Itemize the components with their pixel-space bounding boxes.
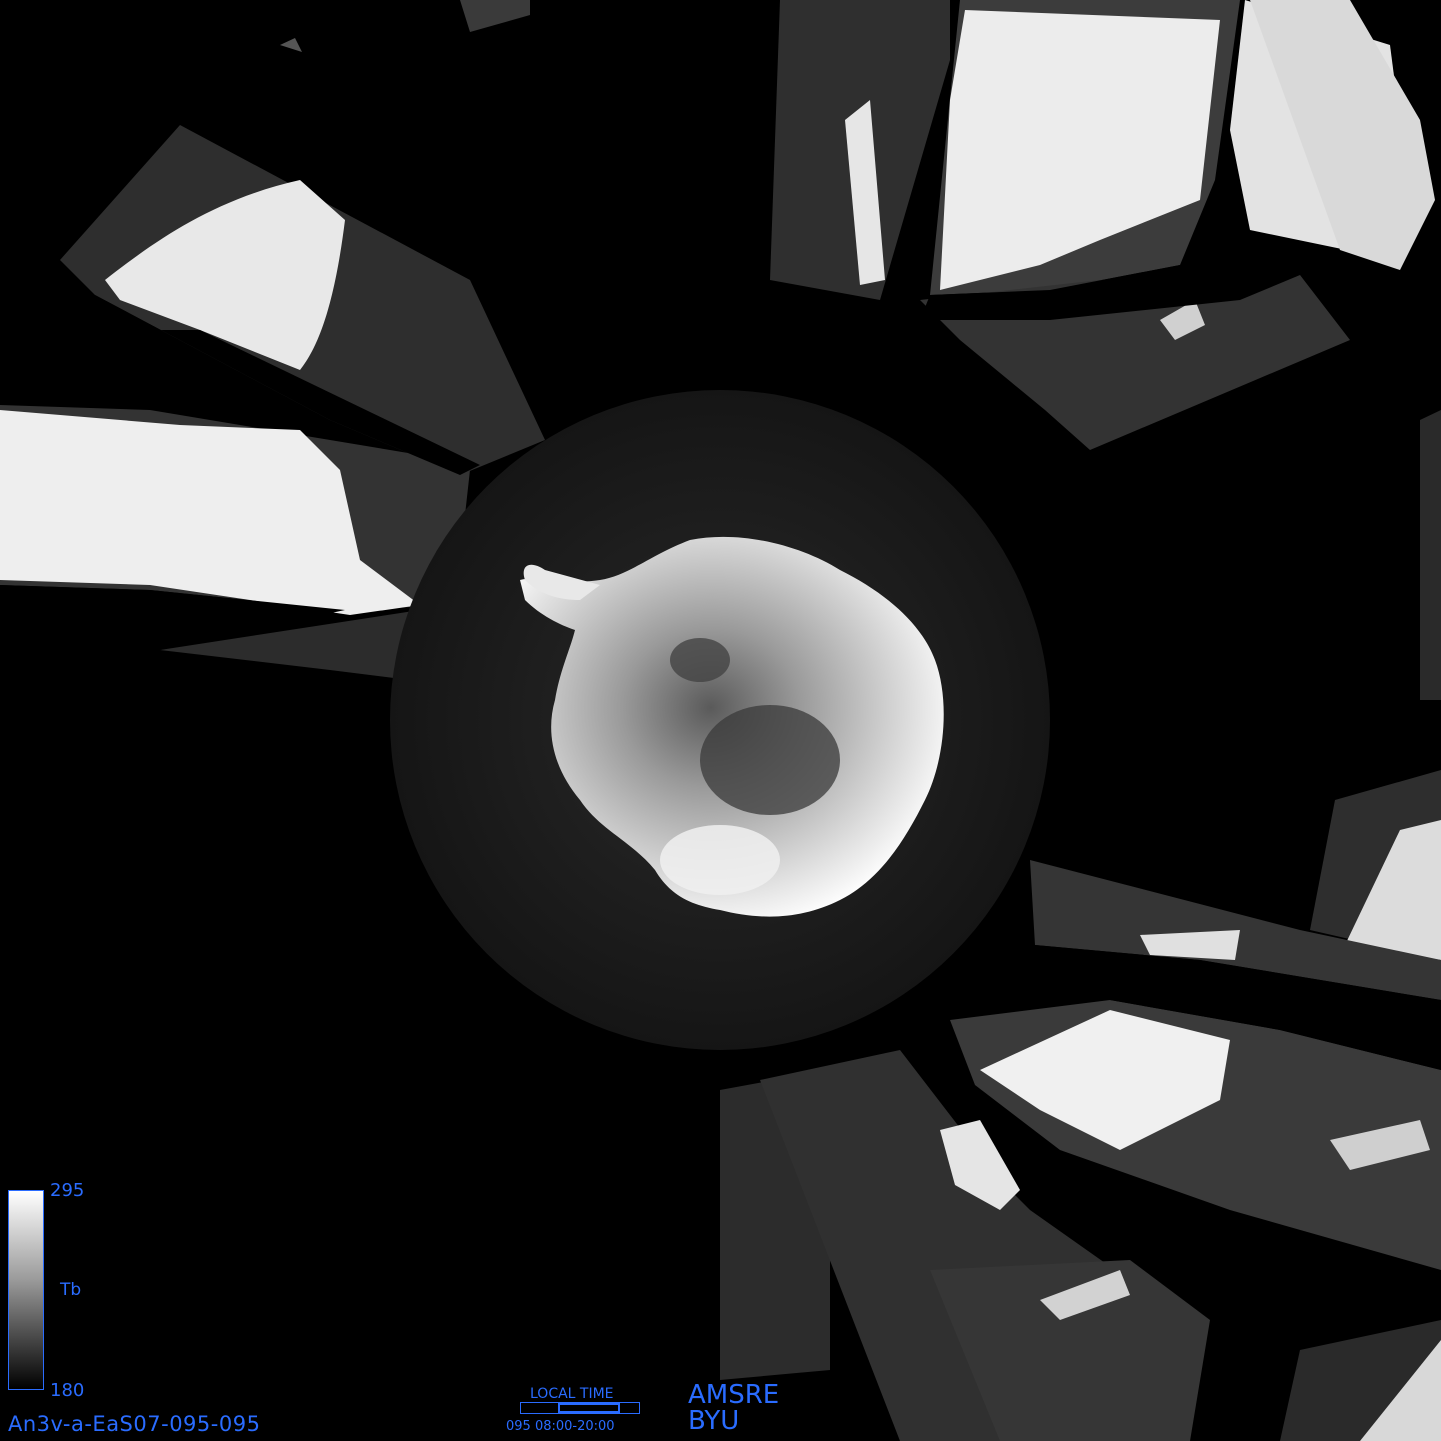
colorbar-variable-label: Tb (60, 1280, 82, 1300)
institution-label: BYU (688, 1406, 740, 1436)
instrument-label: AMSRE (688, 1380, 780, 1410)
colorbar-max-label: 295 (50, 1180, 85, 1201)
ice-dome-dark (670, 638, 730, 682)
local-time-window-label: 095 08:00-20:00 (506, 1419, 615, 1434)
ice-shelf-dark-region (700, 705, 840, 815)
colorbar-gradient (8, 1190, 44, 1390)
satellite-mosaic (0, 0, 1441, 1441)
file-id-label: An3v-a-EaS07-095-095 (8, 1412, 261, 1436)
swath-right-edge-top (1420, 410, 1441, 700)
ross-shelf-bright (660, 825, 780, 895)
local-time-title: LOCAL TIME (530, 1386, 614, 1402)
sensor-block: AMSRE BYU (688, 1382, 779, 1434)
swath-top-left (460, 0, 530, 32)
swath-sliver (280, 38, 302, 52)
local-time-window-indicator (558, 1403, 620, 1413)
colorbar-min-label: 180 (50, 1380, 85, 1401)
